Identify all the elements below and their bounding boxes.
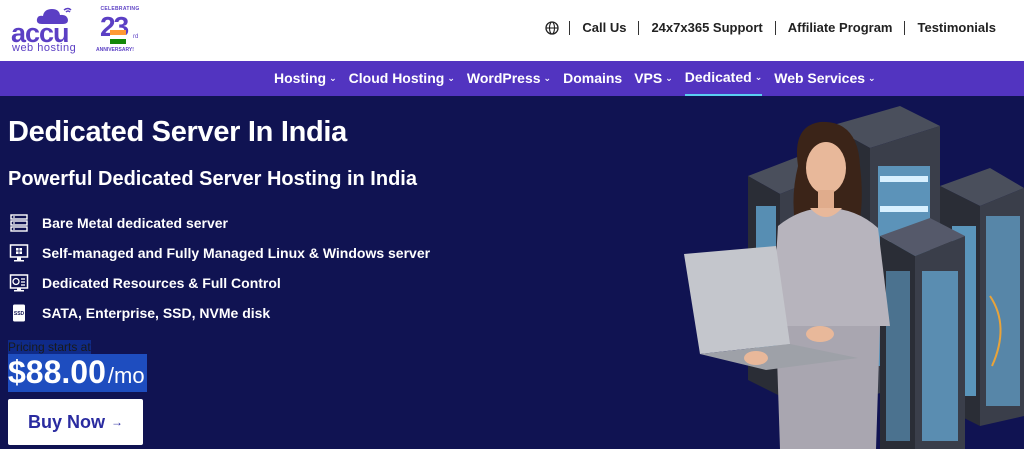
- feature-text: Self-managed and Fully Managed Linux & W…: [42, 245, 431, 261]
- buy-now-label: Buy Now: [27, 411, 105, 432]
- feature-text: Bare Metal dedicated server: [42, 215, 228, 231]
- nav-hosting[interactable]: Hosting ⌄: [274, 61, 337, 96]
- toplink-support[interactable]: 24x7x365 Support: [638, 21, 774, 35]
- price-display: $88.00 /mo: [8, 354, 147, 392]
- hero-banner: Dedicated Server In India Powerful Dedic…: [0, 96, 1024, 449]
- list-item: Dedicated Resources & Full Control: [8, 268, 430, 298]
- chevron-down-icon: ⌄: [665, 73, 673, 83]
- chevron-down-icon: ⌄: [543, 73, 552, 83]
- brand-logo[interactable]: accu web hosting CELEBRATING 23 rd ANNIV…: [8, 4, 148, 58]
- svg-text:SSD: SSD: [14, 311, 25, 317]
- server-rack-front: [880, 218, 965, 449]
- monitor-windows-icon: [8, 242, 30, 264]
- toplink-affiliate[interactable]: Affiliate Program: [774, 21, 905, 35]
- nav-web-services[interactable]: Web Services ⌄: [774, 61, 875, 96]
- list-item: Bare Metal dedicated server: [8, 208, 430, 238]
- nav-domains[interactable]: Domains: [563, 61, 622, 96]
- page-title: Dedicated Server In India: [8, 116, 348, 148]
- hero-illustration: [684, 106, 1024, 449]
- top-links: Call Us 24x7x365 Support Affiliate Progr…: [545, 18, 1008, 38]
- toplink-call-us[interactable]: Call Us: [569, 21, 638, 35]
- price-period: /mo: [107, 363, 145, 388]
- nav-label: Domains: [563, 70, 623, 86]
- main-nav: Hosting ⌄ Cloud Hosting ⌄ WordPress ⌄ Domai…: [0, 61, 1024, 96]
- nav-label: Dedicated: [684, 69, 752, 85]
- logo-tagline: web hosting: [12, 42, 77, 54]
- nav-label: Web Services: [774, 70, 866, 86]
- anniversary-badge: CELEBRATING 23 rd ANNIVERSARY!: [96, 4, 146, 58]
- chevron-down-icon: ⌄: [329, 73, 337, 83]
- badge-bottom-text: ANNIVERSARY!: [96, 47, 134, 53]
- nav-label: VPS: [634, 70, 663, 86]
- badge-suffix: rd: [133, 34, 139, 40]
- buy-now-button[interactable]: Buy Now →: [8, 399, 143, 445]
- nav-label: WordPress: [466, 70, 541, 86]
- chevron-down-icon: ⌄: [754, 72, 763, 82]
- nav-label: Cloud Hosting: [348, 70, 445, 86]
- price-amount: $88.00: [8, 354, 106, 390]
- page-subtitle: Powerful Dedicated Server Hosting in Ind…: [8, 168, 417, 190]
- list-item: SSD SATA, Enterprise, SSD, NVMe disk: [8, 298, 430, 328]
- feature-text: SATA, Enterprise, SSD, NVMe disk: [42, 305, 271, 321]
- ssd-disk-icon: SSD: [8, 302, 30, 324]
- list-item: Self-managed and Fully Managed Linux & W…: [8, 238, 430, 268]
- chevron-down-icon: ⌄: [868, 73, 876, 83]
- pricing-label: Pricing starts at: [8, 340, 91, 354]
- chevron-down-icon: ⌄: [447, 73, 455, 83]
- nav-vps[interactable]: VPS ⌄: [634, 61, 673, 96]
- server-rack-icon: [8, 212, 30, 234]
- top-bar: accu web hosting CELEBRATING 23 rd ANNIV…: [0, 0, 1024, 61]
- nav-dedicated[interactable]: Dedicated ⌄: [684, 61, 763, 96]
- dashboard-control-icon: [8, 272, 30, 294]
- feature-text: Dedicated Resources & Full Control: [42, 275, 281, 291]
- arrow-right-icon: →: [111, 415, 123, 429]
- india-flag-icon: [110, 30, 126, 44]
- nav-cloud-hosting[interactable]: Cloud Hosting ⌄: [349, 61, 455, 96]
- toplink-testimonials[interactable]: Testimonials: [904, 21, 1008, 35]
- nav-label: Hosting: [274, 70, 327, 86]
- globe-icon[interactable]: [545, 21, 560, 35]
- feature-list: Bare Metal dedicated server Self-managed…: [8, 208, 430, 328]
- nav-wordpress[interactable]: WordPress ⌄: [467, 61, 551, 96]
